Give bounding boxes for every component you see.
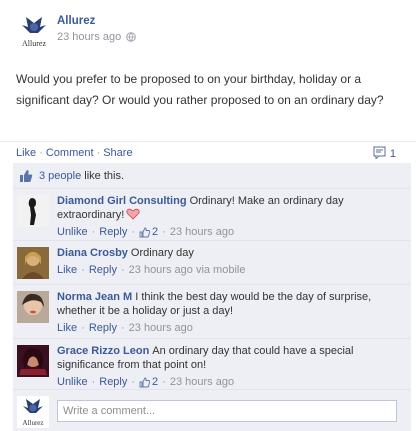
comment-timestamp[interactable]: 23 hours ago [129,321,193,335]
post-header: Allurez Allurez 23 hours ago [0,0,416,60]
comment-text: Ordinary day [130,247,194,259]
comment-author-link[interactable]: Grace Rizzo Leon [57,345,149,357]
action-separator: · [96,147,101,159]
svg-text:Allurez: Allurez [23,419,44,427]
comment-timestamp[interactable]: 23 hours ago [129,263,193,277]
thumbs-up-icon [19,169,33,183]
post-action-bar: Like · Comment · Share 1 [0,141,416,163]
page-name-link[interactable]: Allurez [57,15,95,27]
reply-link[interactable]: Reply [89,263,117,277]
svg-text:Allurez: Allurez [22,39,46,48]
comment-author-link[interactable]: Diana Crosby [57,247,128,259]
commenter-avatar[interactable] [17,247,49,279]
post-timestamp[interactable]: 23 hours ago [57,31,121,43]
unlike-comment-link[interactable]: Unlike [57,225,88,239]
comment-author-link[interactable]: Diamond Girl Consulting [57,195,187,207]
likers-link[interactable]: 3 people [39,170,81,182]
like-comment-link[interactable]: Like [57,263,77,277]
commenter-avatar[interactable] [17,291,49,323]
comment-timestamp[interactable]: 23 hours ago [170,375,234,389]
post-text: Would you prefer to be proposed to on yo… [16,72,384,107]
action-separator: · [39,147,43,159]
like-comment-link[interactable]: Like [57,321,77,335]
reply-link[interactable]: Reply [99,375,127,389]
comment-count: 1 [389,148,396,160]
composer-avatar: Allurez [17,396,49,428]
comment-like-count[interactable]: 2 [139,375,158,389]
likes-text: 3 people like this. [39,170,124,182]
comment-timestamp[interactable]: 23 hours ago [170,225,234,239]
comment-like-count[interactable]: 2 [139,225,158,239]
like-post-link[interactable]: Like [16,147,36,159]
post-meta: 23 hours ago [57,31,137,43]
likes-suffix: like this. [84,169,125,182]
comment-post-link[interactable]: Comment [46,147,94,159]
comment-count-button[interactable]: 1 [373,146,396,162]
comment-composer: Allurez [13,390,411,431]
comments-panel: 3 people like this. Diamond Girl Consult… [13,163,411,431]
unlike-comment-link[interactable]: Unlike [57,375,88,389]
reply-link[interactable]: Reply [89,321,117,335]
comment-via-mobile: via mobile [195,264,246,276]
comment-item: Diana Crosby Ordinary day Like · Reply · 23 … [13,241,411,285]
comment-author-link[interactable]: Norma Jean M [57,291,132,303]
comment-input[interactable] [57,400,397,422]
likes-summary: 3 people like this. [13,163,411,189]
commenter-avatar[interactable] [17,345,49,377]
page-avatar[interactable]: Allurez [16,13,52,49]
comment-bubble-icon [373,146,386,162]
comment-item: Norma Jean MI think the best day would b… [13,285,411,339]
commenter-avatar[interactable] [17,195,49,227]
share-post-link[interactable]: Share [103,147,132,159]
heart-icon [126,208,140,220]
comment-item: Grace Rizzo Leon An ordinary day that cou… [13,339,411,390]
comment-item: Diamond Girl Consulting Ordinary! Make an… [13,189,411,241]
reply-link[interactable]: Reply [99,225,127,239]
globe-icon[interactable] [126,32,137,42]
